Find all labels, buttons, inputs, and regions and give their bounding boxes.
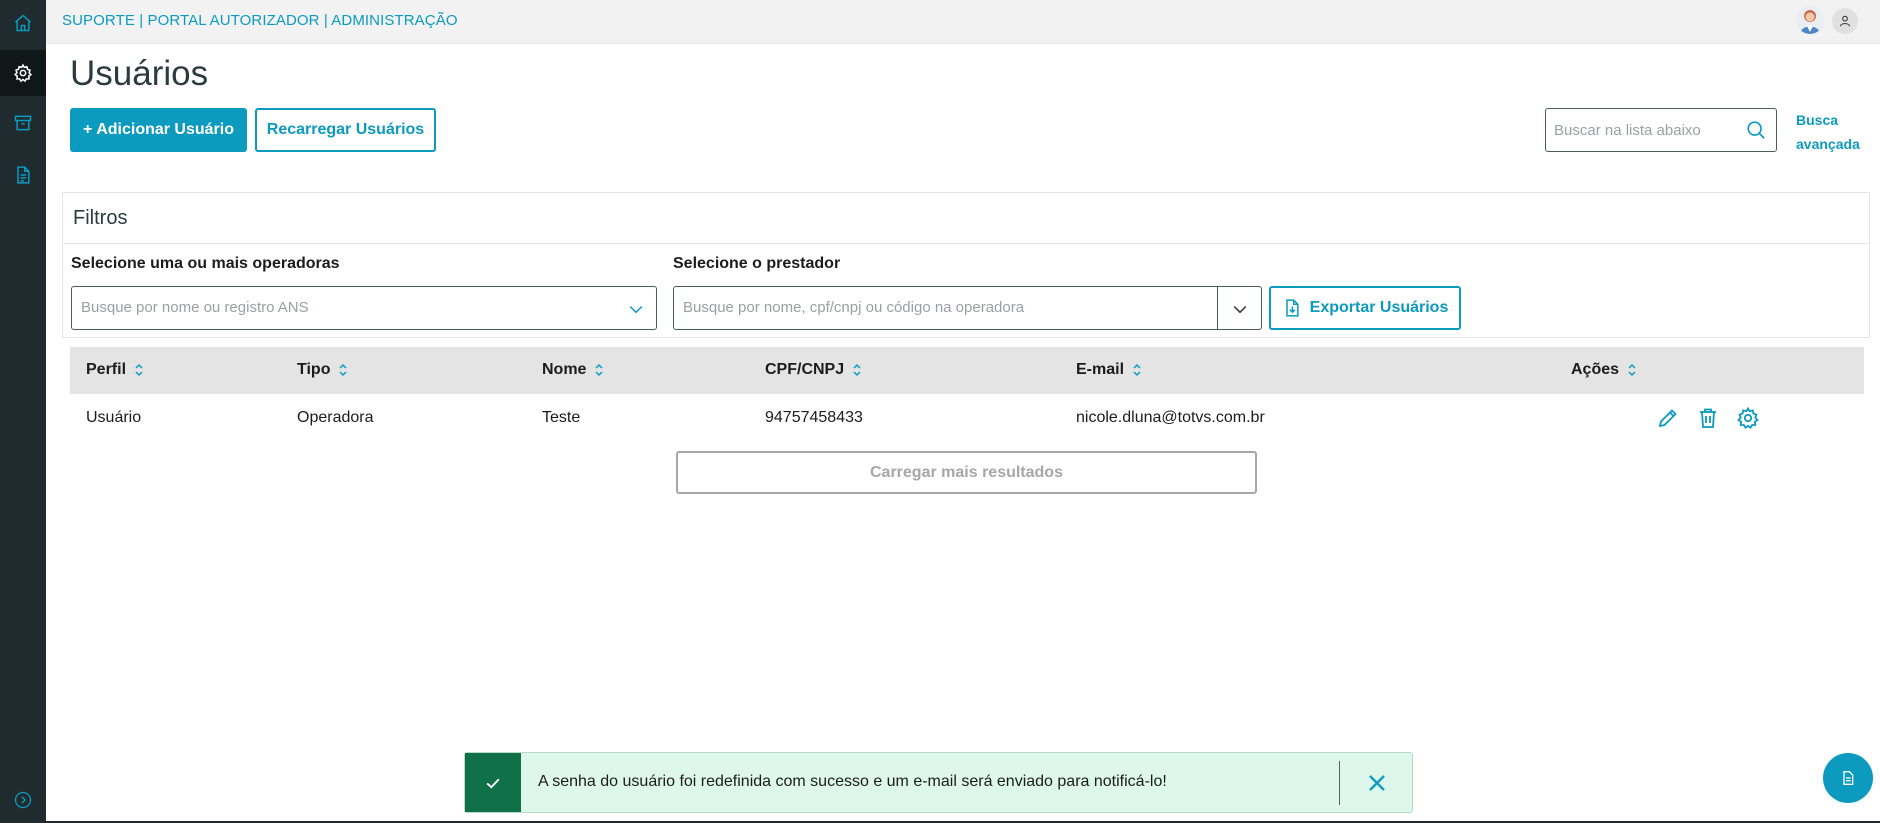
user-icon [1839, 15, 1851, 27]
operadoras-label: Selecione uma ou mais operadoras [71, 255, 340, 272]
gear-icon [13, 63, 33, 83]
add-user-button[interactable]: + Adicionar Usuário [70, 108, 247, 152]
sidebar-item-settings[interactable] [0, 50, 46, 96]
column-label: CPF/CNPJ [765, 361, 845, 378]
column-label: Nome [542, 361, 587, 378]
column-header-cpf[interactable]: CPF/CNPJ [765, 361, 862, 379]
archive-icon [14, 115, 32, 131]
gear-icon[interactable] [1736, 406, 1760, 430]
topbar: SUPORTE | PORTAL AUTORIZADOR | ADMINISTR… [46, 0, 1880, 44]
sidebar-item-home[interactable] [0, 0, 46, 46]
cell-tipo: Operadora [297, 409, 374, 426]
search-icon[interactable] [1745, 119, 1767, 141]
table-header: Perfil Tipo Nome CPF/CNPJ E-mail Ações [70, 347, 1864, 394]
home-icon [15, 14, 31, 32]
toast-status [465, 753, 521, 812]
breadcrumb-text[interactable]: SUPORTE | PORTAL AUTORIZADOR | ADMINISTR… [62, 12, 458, 29]
document-icon [1843, 771, 1854, 785]
edit-icon[interactable] [1656, 406, 1680, 430]
operadoras-placeholder: Busque por nome ou registro ANS [81, 299, 309, 316]
advanced-search-line1: Busca [1796, 112, 1839, 128]
avatar-image [1796, 6, 1824, 34]
floating-action-button[interactable] [1823, 753, 1873, 803]
cell-nome: Teste [542, 409, 581, 426]
prestador-select[interactable]: Busque por nome, cpf/cnpj ou código na o… [673, 286, 1262, 330]
toast-divider [1339, 761, 1340, 805]
cell-email: nicole.dluna@totvs.com.br [1076, 409, 1265, 426]
filters-panel: Filtros Selecione uma ou mais operadoras… [62, 192, 1870, 338]
column-label: Tipo [297, 361, 331, 378]
column-header-acoes[interactable]: Ações [1571, 361, 1637, 379]
column-label: E-mail [1076, 361, 1125, 378]
filters-title: Filtros [73, 207, 128, 229]
prestador-label: Selecione o prestador [673, 255, 841, 272]
user-menu-button[interactable] [1832, 8, 1858, 34]
sidebar-item-archive[interactable] [0, 100, 46, 146]
prestador-placeholder: Busque por nome, cpf/cnpj ou código na o… [683, 299, 1025, 316]
page-title: Usuários [70, 54, 209, 93]
breadcrumb[interactable]: SUPORTE | PORTAL AUTORIZADOR | ADMINISTR… [62, 12, 458, 29]
sort-icon [135, 363, 143, 377]
sort-icon [595, 363, 603, 377]
trash-icon[interactable] [1696, 406, 1720, 430]
export-users-label: Exportar Usuários [1309, 299, 1449, 316]
close-icon[interactable] [1363, 769, 1391, 797]
chevron-down-icon[interactable] [626, 299, 646, 319]
column-header-perfil[interactable]: Perfil [86, 361, 144, 379]
column-label: Ações [1571, 361, 1620, 378]
advanced-search-line2: avançada [1796, 136, 1860, 152]
chevron-down-icon[interactable] [1230, 299, 1250, 319]
file-download-icon [1285, 299, 1299, 317]
toast-message: A senha do usuário foi redefinida com su… [538, 773, 1167, 790]
users-table: Perfil Tipo Nome CPF/CNPJ E-mail Ações U… [70, 347, 1864, 444]
expand-icon [14, 791, 32, 809]
prestador-divider [1217, 287, 1218, 329]
document-icon [17, 166, 30, 184]
filters-divider [63, 243, 1869, 244]
advanced-search-link[interactable]: Busca avançada [1796, 108, 1860, 156]
cell-perfil: Usuário [86, 409, 142, 426]
sort-icon [339, 363, 348, 377]
avatar[interactable] [1796, 6, 1824, 34]
load-more-button[interactable]: Carregar mais resultados [676, 451, 1257, 494]
sidebar-expand-button[interactable] [0, 777, 46, 823]
sort-icon [1628, 363, 1636, 377]
search-input[interactable] [1554, 109, 1734, 151]
sort-icon [853, 363, 861, 377]
table-row[interactable]: Usuário Operadora Teste 94757458433 nico… [70, 394, 1864, 444]
success-toast: A senha do usuário foi redefinida com su… [464, 752, 1413, 813]
column-header-tipo[interactable]: Tipo [297, 361, 348, 379]
column-label: Perfil [86, 361, 127, 378]
column-header-email[interactable]: E-mail [1076, 361, 1142, 379]
export-users-button[interactable]: Exportar Usuários [1269, 286, 1461, 330]
sidebar [0, 0, 46, 823]
sort-icon [1133, 363, 1141, 377]
search-box [1545, 108, 1777, 152]
check-icon [486, 778, 500, 788]
cell-cpf: 94757458433 [765, 409, 863, 426]
sidebar-item-documents[interactable] [0, 152, 46, 198]
reload-users-button[interactable]: Recarregar Usuários [255, 108, 436, 152]
column-header-nome[interactable]: Nome [542, 361, 604, 379]
operadoras-select[interactable]: Busque por nome ou registro ANS [71, 286, 657, 330]
